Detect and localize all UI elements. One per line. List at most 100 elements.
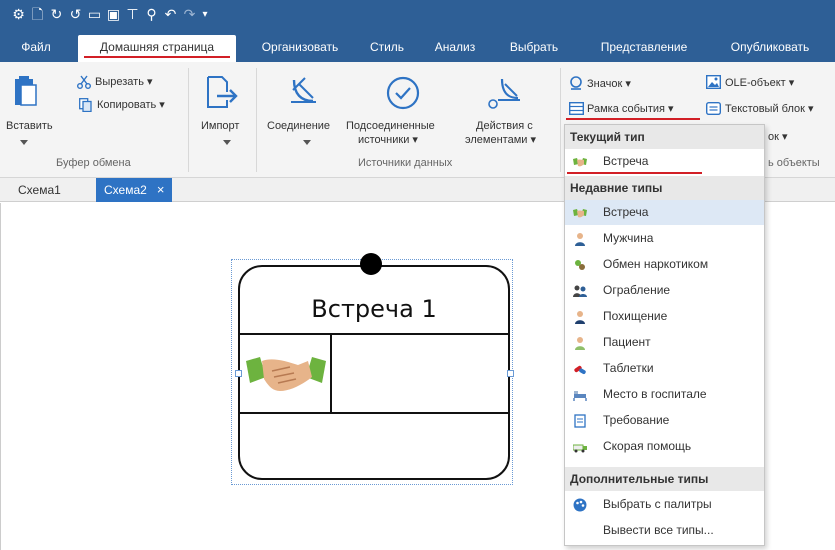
recent-type-item[interactable]: Ограбление xyxy=(565,278,764,303)
patient-icon xyxy=(575,337,585,350)
copy-button[interactable]: Копировать ▾ xyxy=(97,98,165,111)
folder-icon[interactable]: ▭ xyxy=(86,5,103,25)
table-icon[interactable]: ⊤ xyxy=(124,5,141,25)
partially-hidden-button[interactable]: ок ▾ xyxy=(768,130,788,143)
recent-type-item[interactable]: Место в госпитале xyxy=(565,382,764,407)
pick-palette-item[interactable]: Выбрать с палитры xyxy=(565,492,764,517)
paste-dropdown-caret[interactable] xyxy=(20,140,28,145)
insert-objects-group-label: ь объекты xyxy=(768,157,820,169)
event-type-dropdown: Текущий тип Встреча Недавние типы Встреч… xyxy=(564,124,765,546)
handshake-icon xyxy=(573,209,587,218)
cut-label: Вырезать xyxy=(95,76,144,88)
recent-type-item[interactable]: Обмен наркотиком xyxy=(565,252,764,277)
recent-type-item[interactable]: Пациент xyxy=(565,330,764,355)
partial-label: ок xyxy=(768,131,779,143)
import-icon[interactable] xyxy=(205,76,239,110)
ole-object-button[interactable]: OLE-объект ▾ xyxy=(725,76,794,89)
connection-dropdown-caret[interactable] xyxy=(303,140,311,145)
undo-icon[interactable]: ↶ xyxy=(162,5,179,25)
text-block-button[interactable]: Текстовый блок ▾ xyxy=(725,102,814,115)
tab-analysis[interactable]: Анализ xyxy=(428,35,482,62)
show-all-types-item[interactable]: Вывести все типы... xyxy=(565,518,764,543)
frame-icon[interactable]: ▣ xyxy=(105,5,122,25)
import-label[interactable]: Импорт xyxy=(201,120,239,132)
recent-type-item[interactable]: Похищение xyxy=(565,304,764,329)
connection-anchor[interactable] xyxy=(360,253,382,275)
current-type-underline xyxy=(567,172,702,174)
search-icon[interactable]: ⚲ xyxy=(143,5,160,25)
recent-type-item[interactable]: Мужчина xyxy=(565,226,764,251)
current-type-header: Текущий тип xyxy=(565,125,764,149)
recent-type-label: Похищение xyxy=(603,309,668,323)
event-frame-button[interactable]: Рамка события ▾ xyxy=(587,102,674,115)
tab-home[interactable]: Домашняя страница xyxy=(78,35,236,62)
doc-tab-schema2[interactable]: Схема2 × xyxy=(96,178,173,202)
group-separator xyxy=(256,68,257,172)
connected-sources-label1[interactable]: Подсоединенные xyxy=(346,120,435,132)
handshake-icon xyxy=(573,158,587,167)
badge-label: Значок xyxy=(587,78,623,90)
close-icon[interactable]: × xyxy=(157,182,165,197)
badge-button[interactable]: Значок ▾ xyxy=(587,77,631,90)
customize-dropdown-icon[interactable]: ▾ xyxy=(200,5,210,25)
event-frame-icon[interactable] xyxy=(569,102,584,115)
tab-view[interactable]: Представление xyxy=(590,35,698,62)
actions-label2: элементами xyxy=(465,134,528,146)
event-frame-title[interactable]: Встреча 1 xyxy=(240,295,508,323)
ole-object-icon[interactable] xyxy=(706,75,721,89)
recent-type-item[interactable]: Скорая помощь xyxy=(565,434,764,459)
recent-type-item[interactable]: Встреча xyxy=(565,200,764,225)
recent-type-label: Обмен наркотиком xyxy=(603,257,709,271)
settings-icon[interactable]: ⚙ xyxy=(10,5,27,25)
connection-icon[interactable] xyxy=(287,76,321,108)
redo-icon[interactable]: ↷ xyxy=(181,5,198,25)
copy-icon[interactable] xyxy=(79,98,92,112)
recent-type-item[interactable]: Таблетки xyxy=(565,356,764,381)
tab-file[interactable]: Файл xyxy=(16,35,56,62)
paste-icon[interactable] xyxy=(12,76,38,108)
group-separator xyxy=(560,68,561,172)
checkmark-circle-icon[interactable] xyxy=(386,76,420,110)
connection-label[interactable]: Соединение xyxy=(267,120,330,132)
actions-label1[interactable]: Действия с xyxy=(476,120,533,132)
recent-type-label: Встреча xyxy=(603,205,649,219)
text-block-icon[interactable] xyxy=(706,102,721,115)
drug-exchange-icon xyxy=(575,260,585,270)
tab-select[interactable]: Выбрать xyxy=(504,35,564,62)
current-type-item[interactable]: Встреча xyxy=(565,149,764,174)
recent-type-label: Ограбление xyxy=(603,283,671,297)
recent-type-item[interactable]: Требование xyxy=(565,408,764,433)
frame-divider xyxy=(240,333,508,335)
resize-handle-right[interactable] xyxy=(507,370,514,377)
connected-sources-button[interactable]: источники ▾ xyxy=(358,133,418,146)
recent-types-header: Недавние типы xyxy=(565,176,764,200)
ambulance-icon xyxy=(573,444,587,453)
event-frame-highlight xyxy=(566,118,700,120)
scissors-icon[interactable] xyxy=(77,75,91,89)
ole-object-label: OLE-объект xyxy=(725,77,786,89)
recent-type-label: Пациент xyxy=(603,335,651,349)
handshake-icon xyxy=(246,357,326,391)
action-icon[interactable] xyxy=(487,76,523,110)
resize-handle-left[interactable] xyxy=(235,370,242,377)
event-frame-card[interactable]: Встреча 1 xyxy=(238,265,510,480)
actions-button[interactable]: элементами ▾ xyxy=(465,133,536,146)
tab-style[interactable]: Стиль xyxy=(366,35,408,62)
doc-tab-schema1[interactable]: Схема1 xyxy=(10,178,69,202)
link-alt-icon[interactable]: ↺ xyxy=(67,5,84,25)
paste-label[interactable]: Вставить xyxy=(6,120,53,132)
frame-divider xyxy=(240,412,508,414)
badge-icon[interactable] xyxy=(569,76,583,90)
tab-publish[interactable]: Опубликовать xyxy=(716,35,824,62)
cut-button[interactable]: Вырезать ▾ xyxy=(95,75,153,88)
import-dropdown-caret[interactable] xyxy=(223,140,231,145)
link-icon[interactable]: ↻ xyxy=(48,5,65,25)
robbery-icon xyxy=(573,285,587,297)
tab-organize[interactable]: Организовать xyxy=(252,35,348,62)
group-separator xyxy=(188,68,189,172)
recent-type-label: Таблетки xyxy=(603,361,654,375)
pick-palette-label: Выбрать с палитры xyxy=(603,497,712,511)
man-icon xyxy=(575,233,585,246)
new-document-icon[interactable]: 🗋 xyxy=(29,5,46,25)
recent-type-label: Скорая помощь xyxy=(603,439,692,453)
